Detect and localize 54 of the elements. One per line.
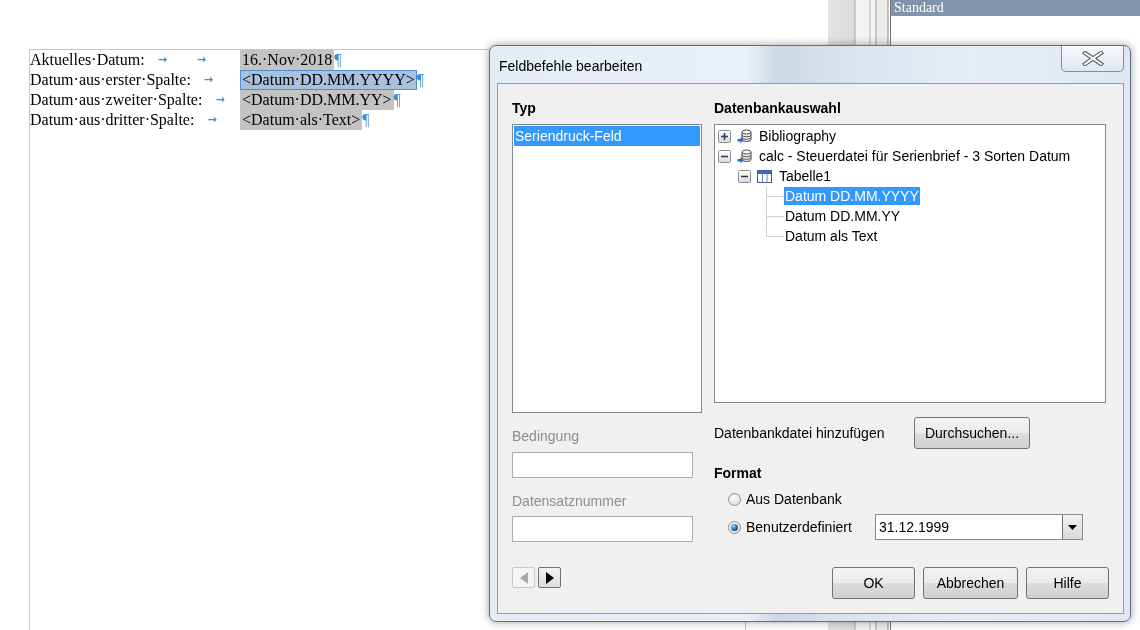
- input-field[interactable]: [512, 452, 693, 478]
- caret-icon: [1068, 524, 1077, 530]
- document-text: Aktuelles·Datum:: [30, 50, 145, 70]
- table-icon: [757, 169, 772, 183]
- help-button[interactable]: Hilfe: [1026, 567, 1109, 599]
- document-text: Datum·aus·dritter·Spalte:: [30, 110, 195, 130]
- section-heading: Typ: [512, 100, 536, 117]
- next-button[interactable]: [538, 567, 561, 588]
- plus-icon[interactable]: [718, 129, 731, 143]
- radio-button[interactable]: [728, 492, 741, 506]
- minus-icon[interactable]: [718, 149, 731, 163]
- close-icon: [1081, 51, 1104, 66]
- browse-button[interactable]: Durchsuchen...: [914, 417, 1030, 449]
- close-button[interactable]: [1061, 46, 1124, 72]
- field-label: Datensatznummer: [512, 493, 627, 510]
- paragraph-mark: ¶: [334, 50, 342, 70]
- section-heading: Datenbankauswahl: [714, 100, 841, 117]
- tab-mark: →: [157, 52, 167, 68]
- tree-item[interactable]: calc - Steuerdatei für Serienbrief - 3 Sorten Datum: [758, 147, 1072, 165]
- format-combobox[interactable]: 31.12.1999: [875, 514, 1083, 540]
- add-database-label: Datenbankdatei hinzufügen: [714, 424, 886, 442]
- tab-mark: →: [196, 52, 207, 68]
- tab-mark: →: [207, 112, 217, 128]
- cancel-button[interactable]: Abbrechen: [923, 567, 1018, 599]
- field-label: Bedingung: [512, 428, 579, 445]
- tab-mark: →: [215, 92, 225, 108]
- document-field[interactable]: <Datum·als·Text>: [240, 110, 363, 130]
- left-triangle-icon: [519, 571, 528, 584]
- paragraph-mark: ¶: [416, 70, 424, 90]
- section-heading: Format: [714, 465, 762, 482]
- database-icon: [737, 128, 752, 144]
- document-text: Datum·aus·erster·Spalte:: [30, 70, 191, 90]
- paragraph-mark: ¶: [393, 90, 401, 110]
- tree-item[interactable]: Datum als Text: [784, 227, 879, 245]
- right-triangle-icon: [545, 571, 554, 584]
- ok-button[interactable]: OK: [832, 567, 915, 599]
- radio-label[interactable]: Benutzerdefiniert: [746, 518, 861, 536]
- tree-item[interactable]: Tabelle1: [778, 167, 833, 185]
- document-text: Datum·aus·zweiter·Spalte:: [30, 90, 203, 110]
- input-field[interactable]: [512, 516, 693, 542]
- window-title: Feldbefehle bearbeiten: [499, 58, 643, 75]
- tab-mark: →: [203, 72, 214, 88]
- dropdown-button[interactable]: [1062, 515, 1082, 539]
- database-icon: [737, 148, 752, 164]
- sidebar-header: Standard: [891, 0, 1140, 16]
- tree-item[interactable]: Bibliography: [758, 127, 838, 145]
- paragraph-mark: ¶: [362, 110, 370, 130]
- document-field[interactable]: 16.·Nov·2018: [240, 50, 335, 70]
- document-field[interactable]: <Datum·DD.MM.YY>: [240, 90, 394, 110]
- radio-label[interactable]: Aus Datenbank: [746, 490, 861, 508]
- tree-item[interactable]: Datum DD.MM.YY: [784, 207, 902, 225]
- document-field[interactable]: <Datum·DD.MM.YYYY>: [240, 70, 417, 90]
- minus-icon[interactable]: [738, 169, 751, 183]
- radio-button[interactable]: [728, 520, 741, 534]
